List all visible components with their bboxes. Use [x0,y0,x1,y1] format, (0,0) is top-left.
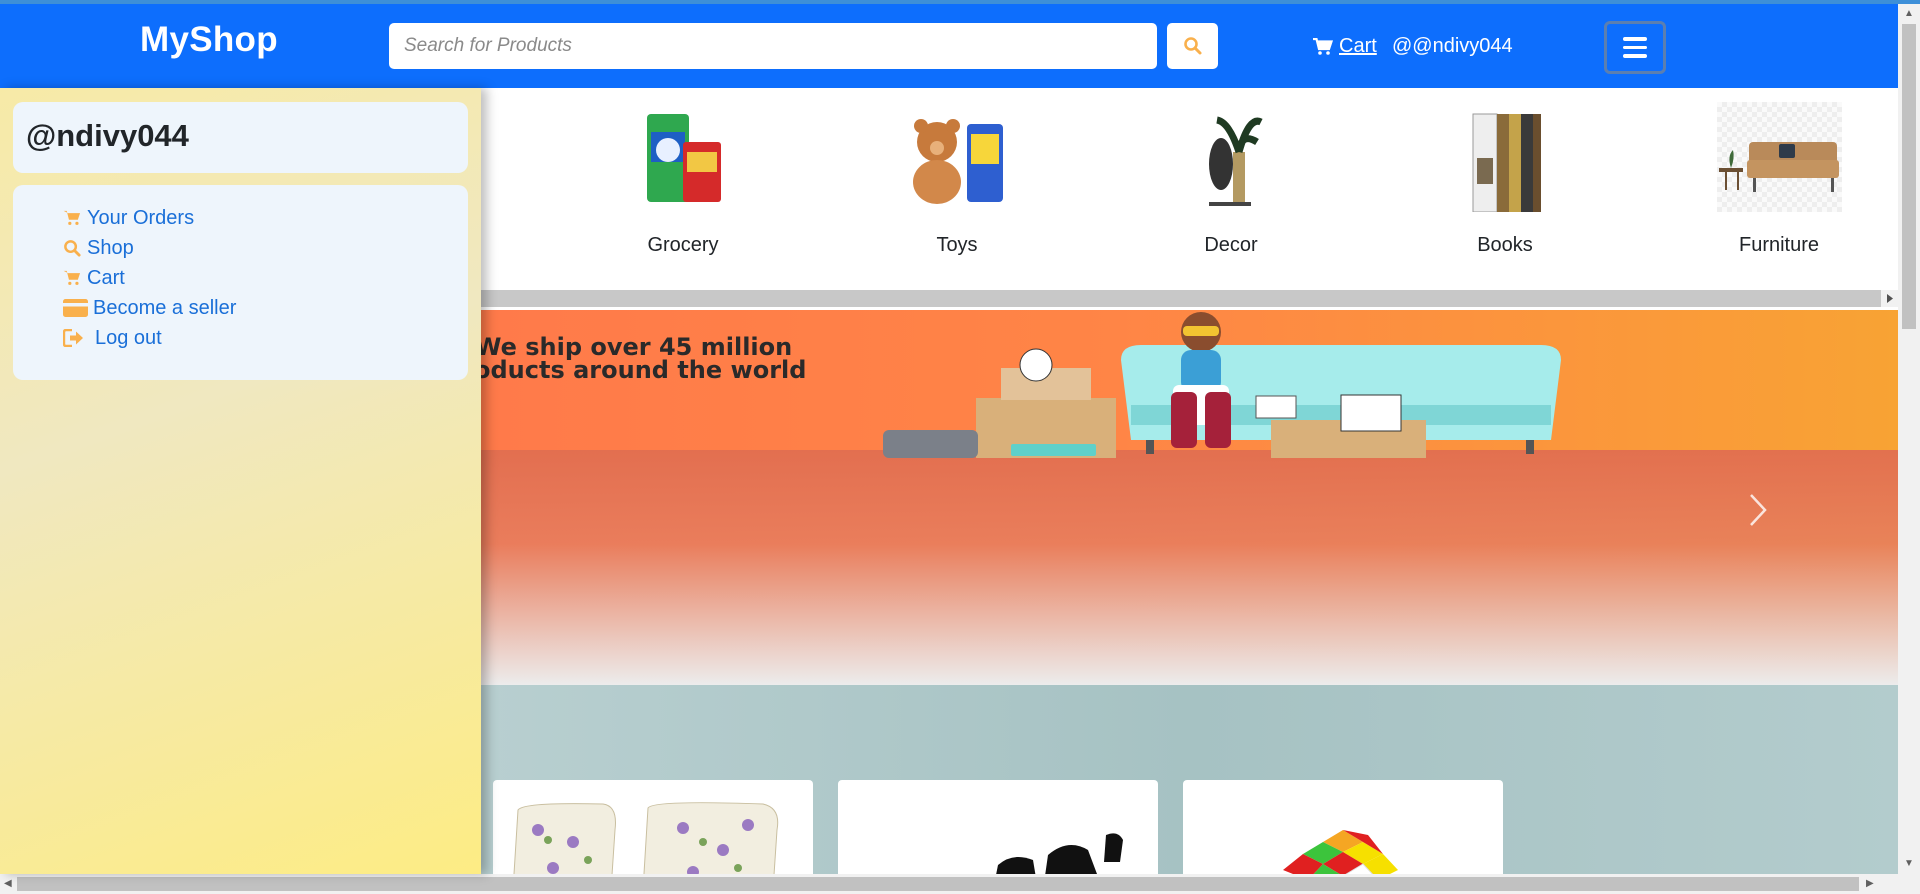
toys-image [895,102,1020,212]
banner-illustration [883,312,1561,458]
category-furniture[interactable]: Furniture [1709,102,1849,257]
scroll-right-arrow-icon[interactable]: ▶ [1866,878,1874,889]
cart-icon [1313,37,1333,55]
category-label: Books [1477,234,1533,256]
sidebar-item-label: Become a seller [93,296,237,319]
sidebar-item-your-orders[interactable]: Your Orders [63,203,468,233]
category-label: Decor [1204,234,1258,256]
scroll-up-arrow-icon[interactable]: ▲ [1904,8,1914,19]
sidebar-item-cart[interactable]: Cart [63,263,468,293]
sidebar-menu: Your Orders Shop Cart Become a seller Lo… [13,185,468,380]
brand-logo[interactable]: MyShop [140,20,278,60]
sidebar-offcanvas: @ndivy044 Your Orders Shop Cart Become a… [0,88,481,874]
grocery-image [621,102,746,212]
search-icon [1183,37,1201,55]
hamburger-menu-button[interactable] [1604,21,1666,74]
banner-fade [481,450,1898,685]
category-label: Grocery [647,234,719,256]
horizontal-scroll-thumb[interactable] [17,877,1859,891]
furniture-image [1716,102,1842,212]
search-icon [64,239,81,257]
credit-card-icon [63,299,88,317]
promo-banner-carousel: We ship over 45 million products around … [481,310,1898,685]
horizontal-scrollbar[interactable]: ◀ ▶ [0,874,1920,894]
cart-link[interactable]: Cart [1313,35,1377,58]
category-label: Toys [936,234,978,256]
chevron-right-icon [1750,494,1767,526]
hamburger-line [1623,54,1647,58]
sidebar-item-shop[interactable]: Shop [63,233,468,263]
scroll-left-arrow-icon[interactable]: ◀ [4,878,12,889]
vertical-scrollbar[interactable]: ▲ ▼ [1898,4,1920,874]
products-section [481,685,1898,890]
decor-image [1169,102,1294,212]
cart-icon [63,270,81,285]
scroll-right-arrow-icon[interactable] [1881,290,1898,307]
category-strip: Grocery Toys Decor Books Furniture [481,88,1898,290]
hamburger-menu-icon [1623,37,1647,41]
search-button[interactable] [1167,23,1218,69]
sidebar-item-label: Shop [87,236,134,259]
sidebar-item-label: Cart [87,266,125,289]
logout-icon [63,329,83,347]
sidebar-item-logout[interactable]: Log out [63,323,468,353]
sidebar-username: @ndivy044 [13,102,468,173]
category-books[interactable]: Books [1435,102,1575,257]
user-handle[interactable]: @@ndivy044 [1392,35,1513,58]
category-label: Furniture [1738,234,1820,256]
sidebar-item-label: Your Orders [87,206,195,229]
top-navbar: MyShop Cart @@ndivy044 [0,4,1898,88]
carousel-next-button[interactable] [1743,490,1773,530]
sidebar-item-become-seller[interactable]: Become a seller [63,293,468,323]
category-grocery[interactable]: Grocery [613,102,753,257]
hamburger-line [1623,45,1647,50]
sidebar-item-label: Log out [95,326,162,349]
category-toys[interactable]: Toys [887,102,1027,257]
search-input[interactable] [389,23,1157,69]
cart-icon [63,210,81,225]
category-scrollbar[interactable] [481,290,1898,307]
cart-link-label: Cart [1339,35,1377,57]
books-image [1443,102,1568,213]
scroll-down-arrow-icon[interactable]: ▼ [1904,858,1914,869]
vertical-scroll-thumb[interactable] [1902,24,1916,329]
category-decor[interactable]: Decor [1161,102,1301,257]
